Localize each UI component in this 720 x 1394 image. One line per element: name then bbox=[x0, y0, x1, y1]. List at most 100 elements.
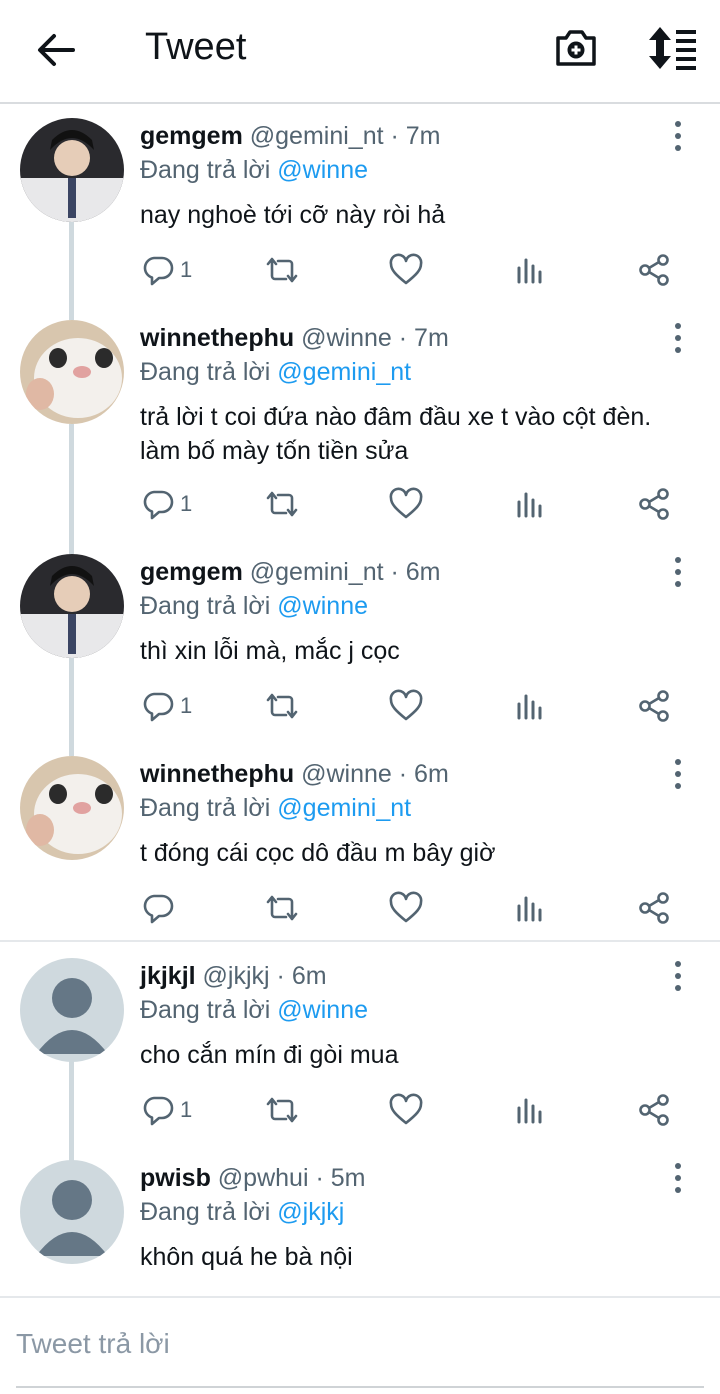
retweet-icon bbox=[266, 693, 298, 719]
avatar[interactable] bbox=[20, 1160, 124, 1264]
avatar[interactable] bbox=[20, 118, 124, 222]
like-button[interactable] bbox=[388, 484, 424, 524]
more-options-icon[interactable] bbox=[666, 554, 690, 590]
reply-composer bbox=[0, 1296, 720, 1394]
reply-mention[interactable]: @gemini_nt bbox=[277, 794, 411, 822]
reply-count: 1 bbox=[180, 693, 193, 718]
tweet-text: t đóng cái cọc dô đầu m bây giờ bbox=[140, 839, 496, 867]
share-button[interactable] bbox=[638, 686, 672, 726]
share-button[interactable] bbox=[638, 1090, 672, 1130]
reply-mention[interactable]: @winne bbox=[277, 996, 368, 1024]
analytics-icon bbox=[517, 258, 542, 284]
tweet-card[interactable]: gemgem @gemini_nt · 7m Đang trả lời @win… bbox=[0, 106, 720, 306]
replying-to-label: Đang trả lời bbox=[140, 1198, 271, 1226]
tweet-actions: 1 bbox=[140, 1090, 700, 1130]
avatar[interactable] bbox=[20, 756, 124, 860]
reply-input[interactable] bbox=[16, 1316, 704, 1372]
like-button[interactable] bbox=[388, 1090, 424, 1130]
page-title: Tweet bbox=[145, 26, 247, 68]
camera-button[interactable] bbox=[552, 24, 600, 72]
thread-divider bbox=[0, 940, 720, 942]
reply-button[interactable]: 1 bbox=[140, 1090, 192, 1130]
like-icon bbox=[389, 891, 423, 923]
like-button[interactable] bbox=[388, 686, 424, 726]
display-name[interactable]: gemgem bbox=[140, 122, 243, 150]
retweet-icon bbox=[266, 257, 298, 283]
tweet-text: thì xin lỗi mà, mắc j cọc bbox=[140, 637, 400, 665]
analytics-icon bbox=[517, 492, 542, 518]
camera-plus-icon bbox=[556, 30, 596, 66]
share-icon bbox=[639, 892, 669, 924]
tweet-card[interactable]: jkjkjl @jkjkj · 6m Đang trả lời @winne c… bbox=[0, 944, 720, 1148]
user-handle[interactable]: @gemini_nt bbox=[250, 558, 384, 586]
share-icon bbox=[639, 690, 669, 722]
tweet-actions: 1 bbox=[140, 250, 700, 290]
retweet-button[interactable] bbox=[262, 250, 302, 290]
user-handle[interactable]: @gemini_nt bbox=[250, 122, 384, 150]
retweet-icon bbox=[266, 491, 298, 517]
like-button[interactable] bbox=[388, 888, 424, 928]
retweet-button[interactable] bbox=[262, 484, 302, 524]
retweet-button[interactable] bbox=[262, 686, 302, 726]
more-options-icon[interactable] bbox=[666, 1160, 690, 1196]
user-handle[interactable]: @winne bbox=[301, 324, 392, 352]
analytics-button[interactable] bbox=[514, 888, 546, 928]
reply-mention[interactable]: @jkjkj bbox=[277, 1198, 344, 1226]
display-name[interactable]: winnethephu bbox=[140, 324, 294, 352]
reply-button[interactable]: 1 bbox=[140, 484, 192, 524]
tweet-text: trả lời t coi đứa nào đâm đầu xe t vào c… bbox=[140, 403, 652, 465]
user-handle[interactable]: @winne bbox=[301, 760, 392, 788]
reply-mention[interactable]: @gemini_nt bbox=[277, 358, 411, 386]
avatar[interactable] bbox=[20, 554, 124, 658]
replying-to-label: Đang trả lời bbox=[140, 794, 271, 822]
tweet-time: · 6m bbox=[276, 962, 327, 990]
display-name[interactable]: jkjkjl bbox=[140, 962, 196, 990]
share-button[interactable] bbox=[638, 250, 672, 290]
retweet-icon bbox=[266, 1097, 298, 1123]
analytics-button[interactable] bbox=[514, 250, 546, 290]
tweet-card[interactable]: winnethephu @winne · 7m Đang trả lời @ge… bbox=[0, 308, 720, 540]
tweet-card[interactable]: winnethephu @winne · 6m Đang trả lời @ge… bbox=[0, 744, 720, 940]
reply-button[interactable]: 1 bbox=[140, 686, 192, 726]
top-app-bar: Tweet bbox=[0, 0, 720, 104]
tweet-actions: 1 bbox=[140, 686, 700, 726]
back-button[interactable] bbox=[34, 28, 78, 72]
reply-mention[interactable]: @winne bbox=[277, 156, 368, 184]
avatar[interactable] bbox=[20, 958, 124, 1062]
retweet-button[interactable] bbox=[262, 1090, 302, 1130]
avatar[interactable] bbox=[20, 320, 124, 424]
more-options-icon[interactable] bbox=[666, 756, 690, 792]
replying-to-label: Đang trả lời bbox=[140, 996, 271, 1024]
tweet-time: · 7m bbox=[390, 122, 441, 150]
user-handle[interactable]: @pwhui bbox=[218, 1164, 309, 1192]
retweet-button[interactable] bbox=[262, 888, 302, 928]
tweet-card[interactable]: gemgem @gemini_nt · 6m Đang trả lời @win… bbox=[0, 542, 720, 742]
like-icon bbox=[389, 1093, 423, 1125]
analytics-button[interactable] bbox=[514, 1090, 546, 1130]
more-options-icon[interactable] bbox=[666, 118, 690, 154]
reply-button[interactable]: 1 bbox=[140, 250, 192, 290]
more-options-icon[interactable] bbox=[666, 320, 690, 356]
share-button[interactable] bbox=[638, 484, 672, 524]
share-button[interactable] bbox=[638, 888, 672, 928]
more-options-icon[interactable] bbox=[666, 958, 690, 994]
reply-count: 1 bbox=[180, 491, 193, 516]
sort-button[interactable] bbox=[644, 24, 700, 72]
display-name[interactable]: gemgem bbox=[140, 558, 243, 586]
analytics-icon bbox=[517, 896, 542, 922]
reply-icon bbox=[143, 490, 174, 520]
analytics-button[interactable] bbox=[514, 686, 546, 726]
tweet-text: khôn quá he bà nội bbox=[140, 1243, 353, 1271]
user-handle[interactable]: @jkjkj bbox=[203, 962, 270, 990]
tweet-card[interactable]: pwisb @pwhui · 5m Đang trả lời @jkjkj kh… bbox=[0, 1148, 720, 1296]
tweet-actions: 1 bbox=[140, 484, 700, 524]
display-name[interactable]: pwisb bbox=[140, 1164, 211, 1192]
tweet-time: · 5m bbox=[315, 1164, 366, 1192]
like-button[interactable] bbox=[388, 250, 424, 290]
display-name[interactable]: winnethephu bbox=[140, 760, 294, 788]
like-icon bbox=[389, 487, 423, 519]
reply-button[interactable] bbox=[140, 888, 180, 928]
reply-mention[interactable]: @winne bbox=[277, 592, 368, 620]
reply-icon bbox=[143, 692, 174, 722]
analytics-button[interactable] bbox=[514, 484, 546, 524]
